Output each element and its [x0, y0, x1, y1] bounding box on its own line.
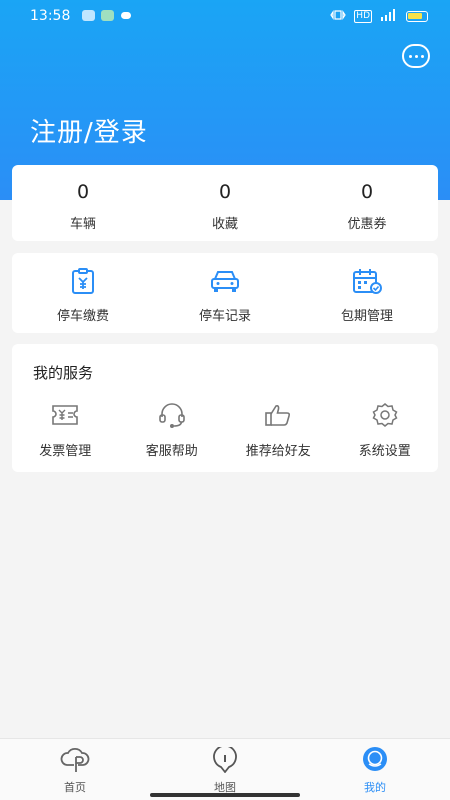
- my-services-card: 我的服务 发票管理 客服帮助 推荐给好友 系统设置: [12, 344, 438, 472]
- quick-action-label: 停车缴费: [56, 309, 109, 324]
- tab-label: 首页: [64, 781, 86, 794]
- tab-map[interactable]: 地图: [150, 739, 300, 800]
- parking-records-button[interactable]: 停车记录: [154, 253, 296, 333]
- stats-card: 0 车辆 0 收藏 0 优惠券: [12, 165, 438, 241]
- stat-favorites[interactable]: 0 收藏: [154, 165, 296, 241]
- service-label: 发票管理: [39, 444, 92, 459]
- parking-payment-button[interactable]: 停车缴费: [12, 253, 154, 333]
- invoice-management-button[interactable]: 发票管理: [12, 402, 119, 459]
- quick-action-label: 停车记录: [198, 309, 251, 324]
- tab-profile[interactable]: 我的: [300, 739, 450, 800]
- payment-icon: [69, 268, 97, 299]
- login-register-link[interactable]: 注册/登录: [30, 112, 148, 149]
- quick-actions-card: 停车缴费 停车记录 包期管理: [12, 253, 438, 333]
- customer-help-button[interactable]: 客服帮助: [119, 402, 226, 459]
- recommend-friend-button[interactable]: 推荐给好友: [225, 402, 332, 459]
- message-icon[interactable]: [402, 44, 430, 68]
- system-settings-button[interactable]: 系统设置: [332, 402, 439, 459]
- hd-badge: HD: [354, 10, 372, 23]
- services-row: 发票管理 客服帮助 推荐给好友 系统设置: [12, 402, 438, 459]
- stat-label: 车辆: [69, 217, 96, 232]
- subscription-management-button[interactable]: 包期管理: [296, 253, 438, 333]
- bottom-tab-bar: 首页 地图 我的: [0, 738, 450, 800]
- tab-label: 我的: [364, 781, 386, 794]
- home-logo-icon: [60, 747, 90, 777]
- headset-icon: [157, 403, 187, 432]
- stat-coupons[interactable]: 0 优惠券: [296, 165, 438, 241]
- notification-app-icon: [121, 12, 131, 19]
- quick-action-label: 包期管理: [340, 309, 393, 324]
- stat-value: 0: [76, 181, 90, 203]
- stat-vehicles[interactable]: 0 车辆: [12, 165, 154, 241]
- tab-home[interactable]: 首页: [0, 739, 150, 800]
- home-indicator: [150, 793, 300, 797]
- thumbs-up-icon: [263, 405, 293, 432]
- gear-icon: [370, 403, 400, 432]
- car-icon: [208, 271, 242, 299]
- stat-value: 0: [218, 181, 232, 203]
- signal-icon: [380, 9, 398, 24]
- notification-app-icon: [101, 10, 114, 21]
- invoice-icon: [50, 405, 80, 432]
- section-title: 我的服务: [33, 364, 94, 382]
- status-bar: 13:58 HD: [0, 0, 450, 32]
- map-pin-icon: [210, 744, 240, 777]
- profile-icon: [360, 747, 390, 777]
- calendar-icon: [351, 269, 383, 299]
- stat-label: 优惠券: [347, 217, 387, 232]
- stat-label: 收藏: [211, 217, 238, 232]
- stat-value: 0: [360, 181, 374, 203]
- status-time: 13:58: [30, 8, 71, 24]
- service-label: 推荐给好友: [245, 444, 311, 459]
- service-label: 系统设置: [358, 444, 411, 459]
- vibrate-icon: [330, 10, 347, 23]
- notification-app-icon: [82, 10, 95, 21]
- service-label: 客服帮助: [145, 444, 198, 459]
- battery-icon: [406, 11, 428, 22]
